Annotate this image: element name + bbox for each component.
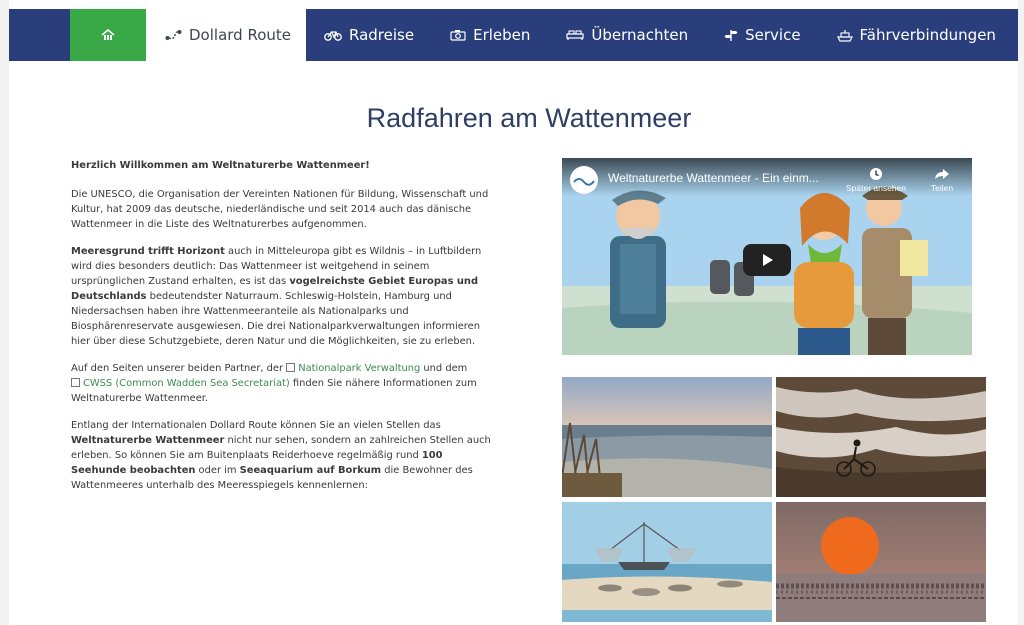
bold-text: Meeresgrund trifft Horizont (71, 246, 225, 257)
nav-item-radreise[interactable]: Radreise (306, 9, 432, 61)
nav-item-dollard-route[interactable]: Dollard Route (146, 9, 306, 61)
page-frame-right (1018, 0, 1024, 625)
intro-heading: Herzlich Willkommen am Weltnaturerbe Wat… (71, 160, 370, 171)
channel-logo[interactable] (570, 166, 598, 194)
main-text: Herzlich Willkommen am Weltnaturerbe Wat… (71, 158, 501, 505)
bold-text: Weltnaturerbe Wattenmeer (71, 435, 225, 446)
bold-text: Seeaquarium auf Borkum (239, 465, 382, 476)
nav-item-service[interactable]: Service (706, 9, 818, 61)
main-navigation: Dollard Route Radreise Erleben Übernacht… (9, 9, 1018, 61)
nav-item-faehrverbindungen[interactable]: Fährverbindungen (819, 9, 1014, 61)
paragraph-dollard-route: Entlang der Internationalen Dollard Rout… (71, 418, 501, 493)
seals-shrimp-boat-image (562, 502, 772, 622)
home-button[interactable] (70, 9, 146, 61)
watch-later-label: Später ansehen (845, 183, 907, 193)
share-label: Teilen (930, 183, 954, 193)
paragraph-text: Entlang der Internationalen Dollard Rout… (71, 420, 441, 431)
cyclist-mudflat-image (776, 377, 986, 497)
clock-icon (870, 168, 882, 180)
external-link-icon (71, 378, 80, 387)
photo-seals-shrimp-boat[interactable] (562, 502, 772, 622)
paragraph-text: oder im (195, 465, 240, 476)
home-icon (101, 29, 115, 40)
ferry-icon (836, 29, 853, 42)
paragraph-text: Auf den Seiten unserer beiden Partner, d… (71, 363, 287, 374)
video-player[interactable]: Weltnaturerbe Wattenmeer - Ein einm... S… (562, 158, 972, 355)
bicycle-icon (324, 29, 342, 41)
bed-icon (566, 29, 585, 41)
sunset-birds-image (776, 502, 986, 622)
nav-item-label: Erleben (473, 26, 531, 44)
wadden-sunset-image (562, 377, 772, 497)
photo-sunset-birds[interactable] (776, 502, 986, 622)
nav-item-label: Übernachten (591, 26, 689, 44)
page-frame-left (0, 0, 9, 625)
nav-item-label: Dollard Route (189, 26, 291, 44)
paragraph-horizont: Meeresgrund trifft Horizont auch in Mitt… (71, 244, 501, 349)
share-button[interactable]: Teilen (924, 167, 960, 193)
nav-item-label: Radreise (349, 26, 415, 44)
link-nationalpark-verwaltung[interactable]: Nationalpark Verwaltung (298, 363, 420, 374)
signpost-icon (724, 29, 738, 42)
external-link-icon (286, 363, 296, 372)
camera-icon (450, 29, 466, 41)
paragraph-partners: Auf den Seiten unserer beiden Partner, d… (71, 361, 501, 406)
channel-logo-icon (573, 178, 595, 186)
play-icon (763, 254, 773, 266)
photo-cyclist-mudflat[interactable] (776, 377, 986, 497)
play-button[interactable] (743, 244, 791, 276)
paragraph-text: und dem (420, 363, 468, 374)
page-title: Radfahren am Wattenmeer (366, 103, 692, 133)
nav-item-uebernachten[interactable]: Übernachten (548, 9, 706, 61)
photo-wadden-sunset[interactable] (562, 377, 772, 497)
nav-item-erleben[interactable]: Erleben (432, 9, 548, 61)
paragraph-unesco: Die UNESCO, die Organisation der Vereint… (71, 189, 489, 230)
link-cwss[interactable]: CWSS (Common Wadden Sea Secretariat) (83, 378, 290, 389)
watch-later-button[interactable]: Später ansehen (840, 167, 912, 193)
nav-item-label: Fährverbindungen (859, 26, 996, 44)
video-title[interactable]: Weltnaturerbe Wattenmeer - Ein einm... (608, 171, 819, 185)
share-icon (935, 169, 949, 179)
nav-item-label: Service (745, 26, 801, 44)
route-icon (165, 29, 182, 41)
